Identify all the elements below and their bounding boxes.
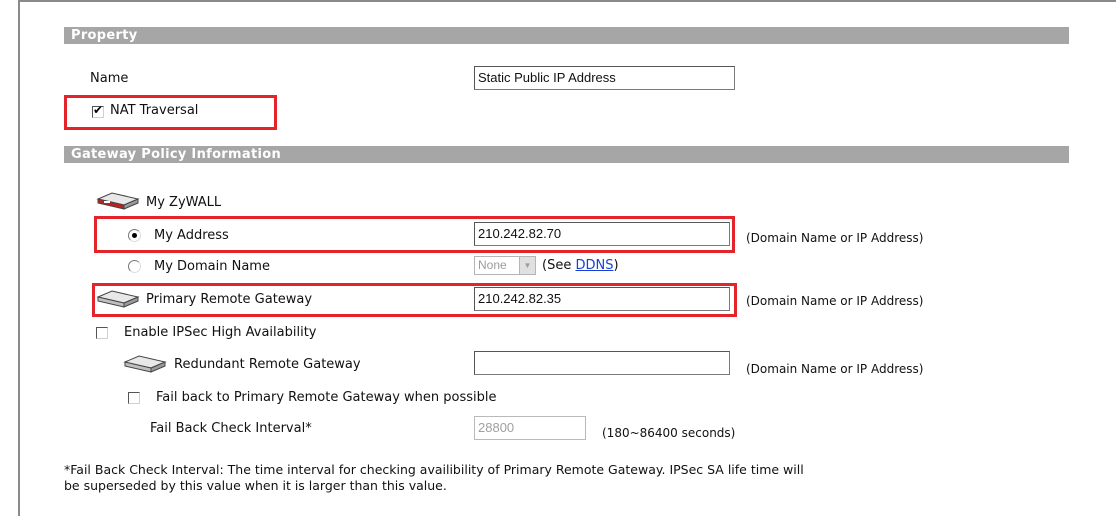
my-domain-select-value: None [478, 258, 507, 272]
property-section-header: Property [64, 27, 1069, 44]
remote-gateway-icon [96, 290, 140, 308]
interval-label: Fail Back Check Interval* [150, 421, 312, 436]
my-address-label: My Address [154, 228, 229, 243]
redundant-gateway-input[interactable] [474, 351, 730, 375]
my-address-input[interactable]: 210.242.82.70 [474, 222, 730, 246]
enable-ha-checkbox[interactable] [96, 327, 108, 339]
checkmark-icon: ✔ [93, 103, 104, 117]
redundant-gateway-label: Redundant Remote Gateway [174, 357, 361, 372]
my-address-radio[interactable] [128, 229, 141, 242]
footnote-line-2: be superseded by this value when it is l… [64, 478, 447, 493]
failback-label: Fail back to Primary Remote Gateway when… [156, 390, 497, 405]
see-prefix: (See [542, 258, 576, 273]
primary-gateway-hint: (Domain Name or IP Address) [746, 294, 924, 308]
footnote-line-1: *Fail Back Check Interval: The time inte… [64, 462, 804, 477]
name-label: Name [90, 71, 129, 86]
my-domain-select[interactable]: None ▼ [474, 256, 536, 275]
my-address-hint: (Domain Name or IP Address) [746, 231, 924, 245]
ddns-link[interactable]: DDNS [575, 258, 613, 273]
nat-traversal-checkbox[interactable]: ✔ [92, 103, 104, 118]
primary-gateway-input[interactable]: 210.242.82.35 [474, 287, 730, 311]
redundant-gateway-hint: (Domain Name or IP Address) [746, 362, 924, 376]
enable-ha-label: Enable IPSec High Availability [124, 325, 317, 340]
primary-gateway-label: Primary Remote Gateway [146, 292, 313, 307]
failback-checkbox[interactable] [128, 392, 140, 404]
interval-hint: (180~86400 seconds) [602, 426, 736, 440]
nat-traversal-label: NAT Traversal [110, 103, 199, 118]
my-zywall-label: My ZyWALL [146, 195, 222, 210]
chevron-down-icon: ▼ [519, 257, 535, 274]
see-ddns-text: (See DDNS) [542, 258, 619, 273]
my-domain-radio[interactable] [128, 260, 141, 273]
my-domain-label: My Domain Name [154, 259, 270, 274]
gateway-section-header: Gateway Policy Information [64, 146, 1069, 163]
redundant-gateway-icon [123, 355, 167, 373]
zywall-device-icon [96, 192, 140, 210]
see-suffix: ) [613, 258, 619, 273]
radio-selected-dot [132, 233, 137, 238]
interval-input[interactable]: 28800 [474, 416, 586, 440]
name-input[interactable]: Static Public IP Address [474, 66, 735, 90]
